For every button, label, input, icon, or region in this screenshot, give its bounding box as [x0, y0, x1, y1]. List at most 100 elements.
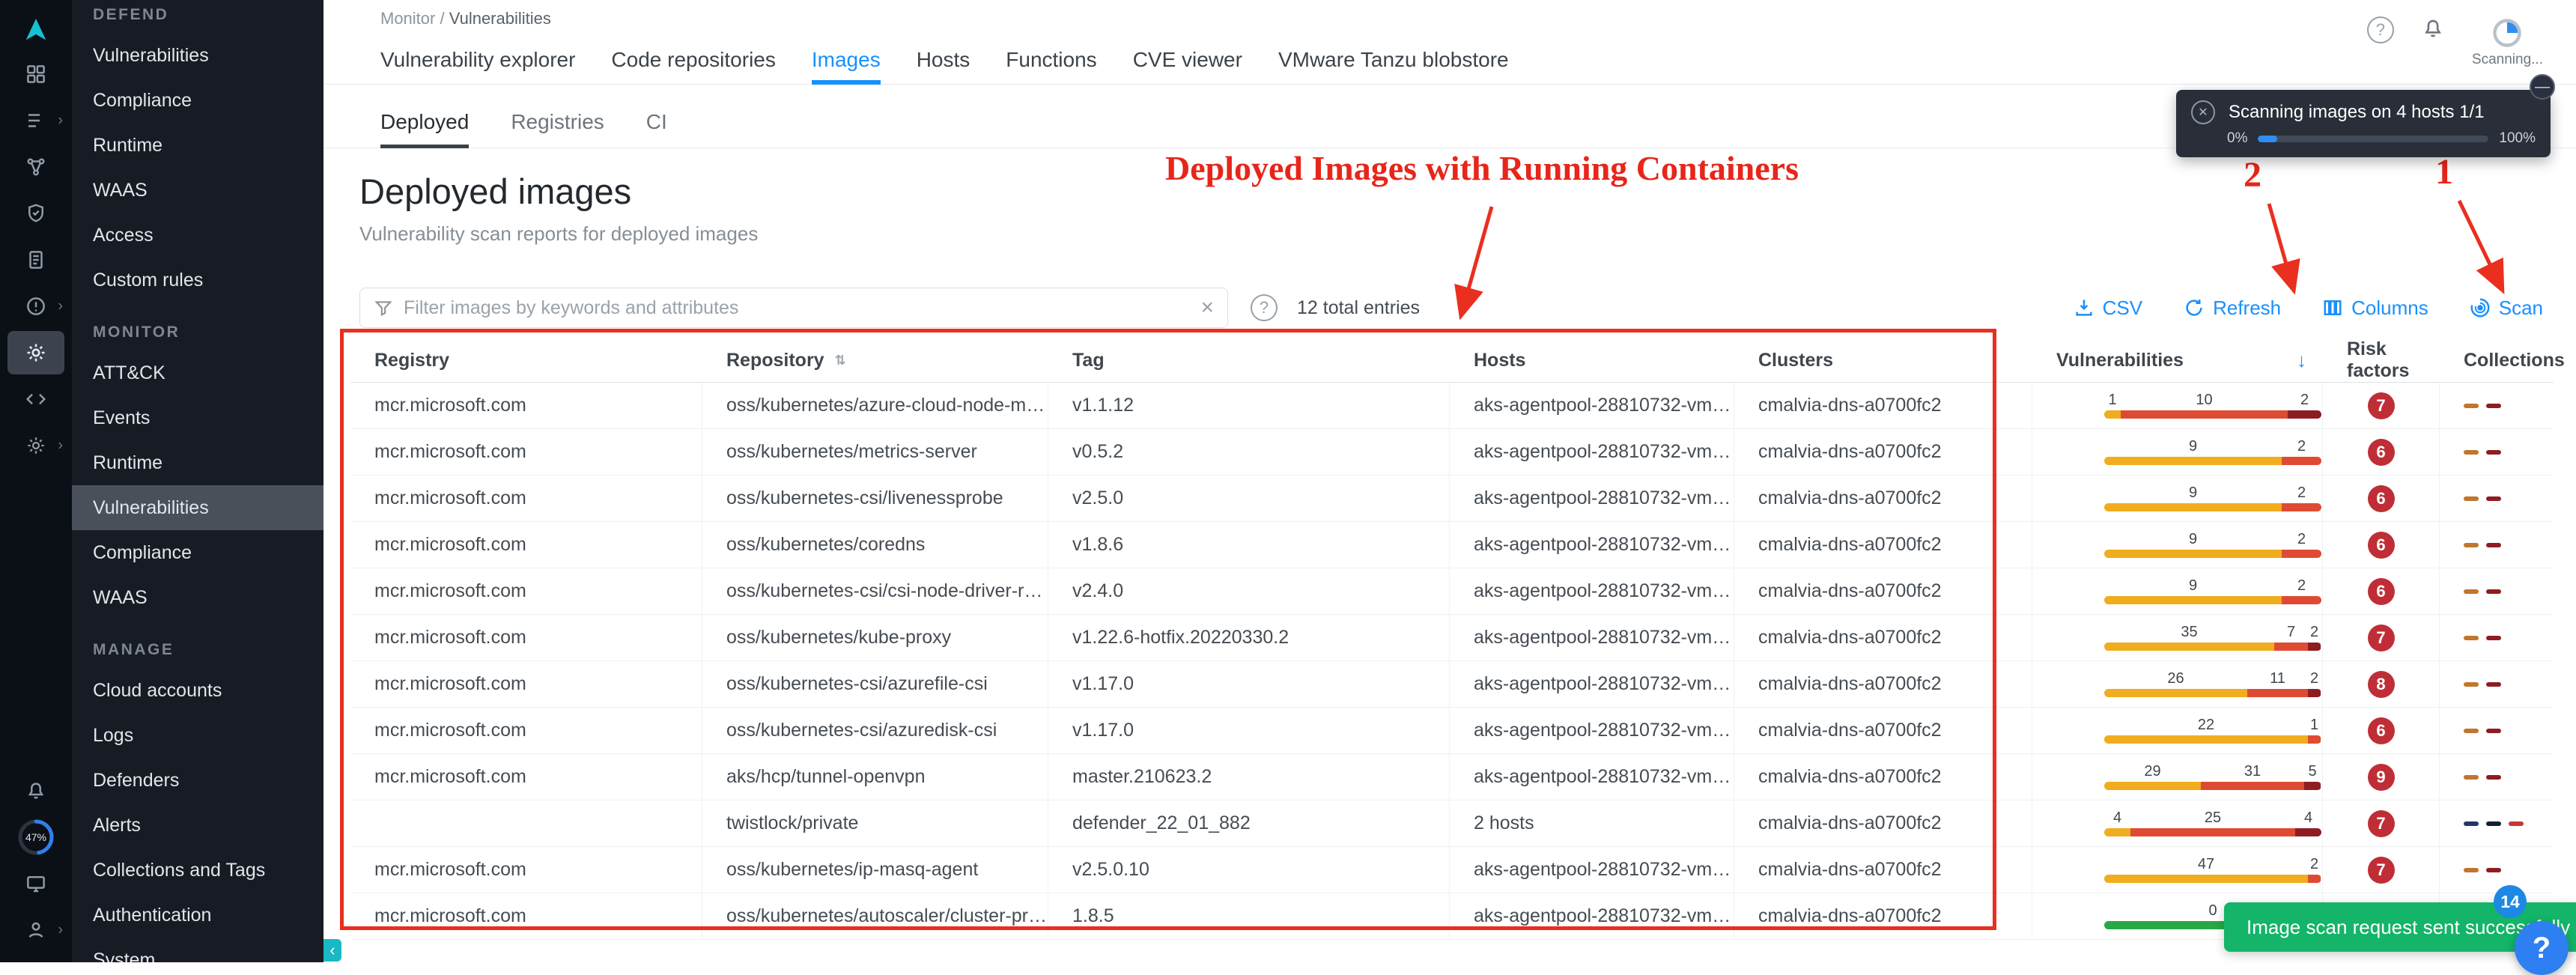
breadcrumb: Monitor / Vulnerabilities — [323, 0, 2576, 28]
sidebar-item-cloud-accounts[interactable]: Cloud accounts — [72, 668, 323, 713]
usage-gauge[interactable]: 47% — [7, 815, 64, 859]
table-row[interactable]: mcr.microsoft.comoss/kubernetes/autoscal… — [350, 893, 2554, 940]
sidebar-item-logs[interactable]: Logs — [72, 713, 323, 758]
risk-factor-badge: 7 — [2368, 857, 2395, 884]
vulnerability-count: 26 — [2104, 671, 2247, 686]
notification-count-badge[interactable]: 14 — [2494, 885, 2527, 918]
vulnerability-count: 5 — [2304, 764, 2321, 779]
column-header-risk-factors[interactable]: Risk factors — [2323, 338, 2440, 382]
sidebar-item-access[interactable]: Access — [72, 213, 323, 258]
radar-settings-icon[interactable] — [7, 331, 64, 374]
table-row[interactable]: twistlock/privatedefender_22_01_8822 hos… — [350, 801, 2554, 847]
scan-status-indicator[interactable]: Scanning... — [2472, 16, 2543, 68]
sidebar-item-vulnerabilities[interactable]: Vulnerabilities — [72, 485, 323, 530]
table-row[interactable]: mcr.microsoft.comoss/kubernetes/kube-pro… — [350, 615, 2554, 661]
column-header-repository[interactable]: Repository⇅ — [702, 338, 1048, 382]
column-header-clusters[interactable]: Clusters — [1734, 338, 2032, 382]
breadcrumb-section[interactable]: Monitor — [380, 9, 435, 28]
table-row[interactable]: mcr.microsoft.comoss/kubernetes/ip-masq-… — [350, 847, 2554, 893]
risk-factor-badge: 6 — [2368, 717, 2395, 744]
tab-cve-viewer[interactable]: CVE viewer — [1133, 34, 1242, 84]
sidebar-item-waas[interactable]: WAAS — [72, 168, 323, 213]
settings-gear-icon[interactable]: › — [7, 424, 64, 467]
help-bubble-button[interactable]: ? — [2515, 921, 2569, 975]
sidebar-collapse-button[interactable]: ‹ — [323, 939, 341, 962]
columns-button[interactable]: Columns — [2321, 297, 2428, 320]
tab-functions[interactable]: Functions — [1006, 34, 1096, 84]
column-header-hosts[interactable]: Hosts — [1450, 338, 1734, 382]
table-row[interactable]: mcr.microsoft.comoss/kubernetes/azure-cl… — [350, 383, 2554, 429]
subtab-deployed[interactable]: Deployed — [380, 101, 469, 148]
filter-box[interactable]: × — [359, 288, 1228, 328]
sidebar-item-alerts[interactable]: Alerts — [72, 803, 323, 848]
bell-icon[interactable] — [2421, 16, 2445, 44]
collection-chip — [2486, 543, 2501, 547]
shield-icon[interactable] — [7, 192, 64, 235]
sort-desc-icon[interactable]: ↓ — [2297, 349, 2306, 372]
tab-vulnerability-explorer[interactable]: Vulnerability explorer — [380, 34, 575, 84]
tab-vmware-tanzu-blobstore[interactable]: VMware Tanzu blobstore — [1278, 34, 1509, 84]
filter-input[interactable] — [404, 297, 1200, 319]
policies-list-icon[interactable]: › — [7, 99, 64, 142]
tab-hosts[interactable]: Hosts — [917, 34, 970, 84]
sidebar-item-runtime[interactable]: Runtime — [72, 123, 323, 168]
table-row[interactable]: mcr.microsoft.comoss/kubernetes/corednsv… — [350, 522, 2554, 568]
scan-button[interactable]: Scan — [2469, 297, 2543, 320]
cell-collections — [2440, 383, 2554, 428]
table-row[interactable]: mcr.microsoft.comoss/kubernetes/metrics-… — [350, 429, 2554, 476]
refresh-button[interactable]: Refresh — [2183, 297, 2281, 320]
dashboard-icon[interactable] — [7, 52, 64, 96]
code-icon[interactable] — [7, 377, 64, 421]
clear-filter-icon[interactable]: × — [1200, 297, 1214, 319]
sidebar-item-compliance[interactable]: Compliance — [72, 78, 323, 123]
progress-start-label: 0% — [2227, 130, 2247, 147]
cancel-scan-icon[interactable]: ✕ — [2191, 100, 2215, 124]
vulnerability-count: 2 — [2282, 439, 2321, 454]
cell-collections — [2440, 708, 2554, 753]
help-icon[interactable]: ? — [2367, 16, 2394, 43]
vulnerability-count: 2 — [2282, 485, 2321, 500]
sidebar-item-defenders[interactable]: Defenders — [72, 758, 323, 803]
scan-report-icon[interactable] — [7, 238, 64, 282]
table-row[interactable]: mcr.microsoft.comoss/kubernetes-csi/csi-… — [350, 568, 2554, 615]
table-row[interactable]: mcr.microsoft.comoss/kubernetes-csi/azur… — [350, 708, 2554, 754]
sidebar-item-system[interactable]: System — [72, 938, 323, 962]
cell-risk-factors: 6 — [2323, 429, 2440, 475]
column-header-collections[interactable]: Collections — [2440, 338, 2565, 382]
cell-tag: v1.17.0 — [1048, 708, 1450, 753]
filter-help-icon[interactable]: ? — [1251, 294, 1278, 321]
notifications-bell-icon[interactable] — [7, 769, 64, 812]
tab-code-repositories[interactable]: Code repositories — [611, 34, 775, 84]
table-row[interactable]: mcr.microsoft.comoss/kubernetes-csi/azur… — [350, 661, 2554, 708]
sidebar-item-runtime[interactable]: Runtime — [72, 440, 323, 485]
subtab-registries[interactable]: Registries — [511, 101, 604, 148]
column-header-vulnerabilities[interactable]: Vulnerabilities↓ — [2032, 338, 2323, 382]
profile-icon[interactable]: › — [7, 908, 64, 952]
minimize-toast-button[interactable]: — — [2530, 74, 2555, 100]
column-header-registry[interactable]: Registry — [350, 338, 702, 382]
incidents-alert-icon[interactable]: › — [7, 285, 64, 328]
cell-clusters: cmalvia-dns-a0700fc2 — [1734, 476, 2032, 521]
cell-collections — [2440, 522, 2554, 568]
subtab-ci[interactable]: CI — [646, 101, 667, 148]
sidebar-item-waas[interactable]: WAAS — [72, 575, 323, 620]
sidebar-item-att-ck[interactable]: ATT&CK — [72, 350, 323, 395]
cell-repository: oss/kubernetes-csi/livenessprobe — [702, 476, 1048, 521]
sidebar-item-authentication[interactable]: Authentication — [72, 893, 323, 938]
deploy-flow-icon[interactable] — [7, 145, 64, 189]
sidebar-item-events[interactable]: Events — [72, 395, 323, 440]
csv-button[interactable]: CSV — [2073, 297, 2142, 320]
tab-images[interactable]: Images — [812, 34, 881, 84]
sidebar-item-collections-and-tags[interactable]: Collections and Tags — [72, 848, 323, 893]
console-monitor-icon[interactable] — [7, 862, 64, 905]
collection-chip — [2464, 543, 2479, 547]
column-header-tag[interactable]: Tag — [1048, 338, 1450, 382]
table-row[interactable]: mcr.microsoft.comaks/hcp/tunnel-openvpnm… — [350, 754, 2554, 801]
sidebar-item-vulnerabilities[interactable]: Vulnerabilities — [72, 33, 323, 78]
table-row[interactable]: mcr.microsoft.comoss/kubernetes-csi/live… — [350, 476, 2554, 522]
cell-vulnerabilities: 92 — [2032, 568, 2323, 614]
sidebar-item-compliance[interactable]: Compliance — [72, 530, 323, 575]
vulnerability-count: 29 — [2104, 764, 2201, 779]
sidebar-item-custom-rules[interactable]: Custom rules — [72, 258, 323, 303]
sort-toggle-icon[interactable]: ⇅ — [835, 353, 845, 368]
